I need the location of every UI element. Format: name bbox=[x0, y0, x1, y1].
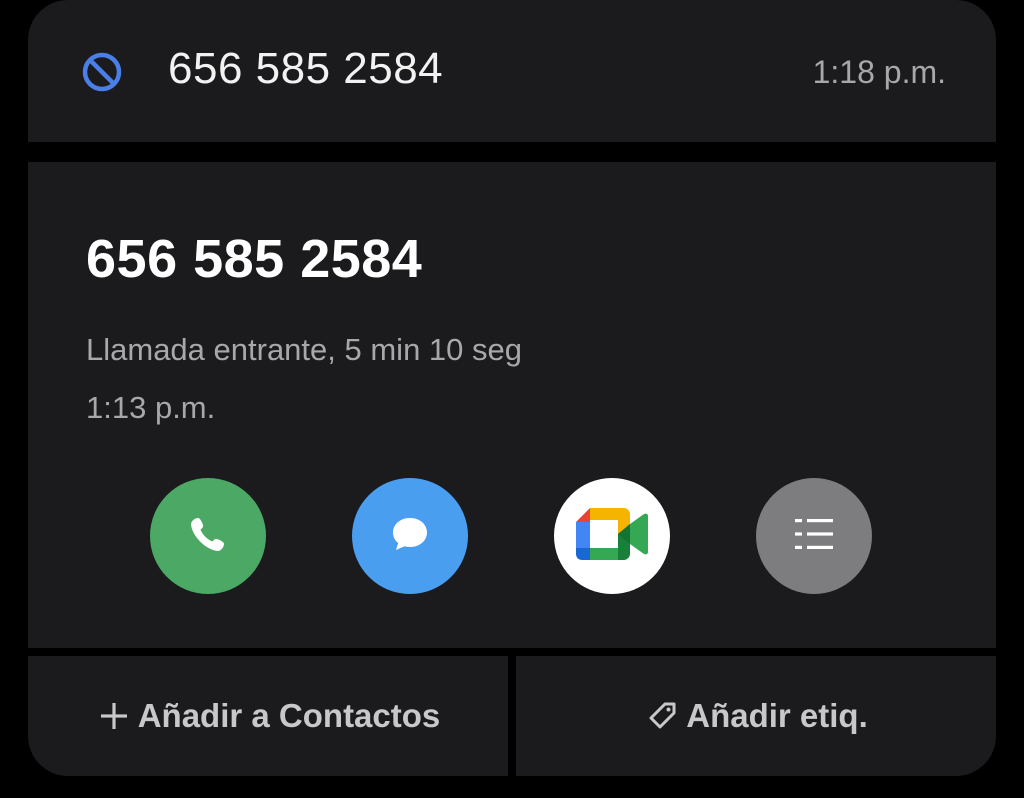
call-log-panel: 656 585 2584 1:18 p.m. 656 585 2584 Llam… bbox=[28, 0, 996, 776]
details-button[interactable] bbox=[756, 478, 872, 594]
recent-call-row[interactable]: 656 585 2584 1:18 p.m. bbox=[28, 0, 996, 142]
phone-icon bbox=[184, 510, 232, 563]
add-tag-button[interactable]: Añadir etiq. bbox=[516, 656, 996, 776]
google-meet-icon bbox=[574, 502, 650, 571]
message-button[interactable] bbox=[352, 478, 468, 594]
blocked-icon bbox=[80, 50, 124, 94]
meet-button[interactable] bbox=[554, 478, 670, 594]
recent-call-number: 656 585 2584 bbox=[168, 44, 444, 93]
message-bubble-icon bbox=[385, 509, 435, 564]
call-button[interactable] bbox=[150, 478, 266, 594]
call-time: 1:13 p.m. bbox=[86, 390, 216, 425]
add-contact-label: Añadir a Contactos bbox=[137, 697, 441, 734]
add-contact-button[interactable]: Añadir a Contactos bbox=[28, 656, 508, 776]
call-detail-card: 656 585 2584 Llamada entrante, 5 min 10 … bbox=[28, 162, 996, 648]
list-icon bbox=[789, 509, 839, 564]
plus-icon bbox=[96, 698, 132, 734]
add-tag-label: Añadir etiq. bbox=[686, 697, 868, 734]
recent-call-time: 1:18 p.m. bbox=[812, 54, 946, 90]
tag-icon bbox=[644, 698, 680, 734]
detail-number: 656 585 2584 bbox=[86, 229, 423, 289]
call-info: Llamada entrante, 5 min 10 seg bbox=[86, 332, 522, 367]
